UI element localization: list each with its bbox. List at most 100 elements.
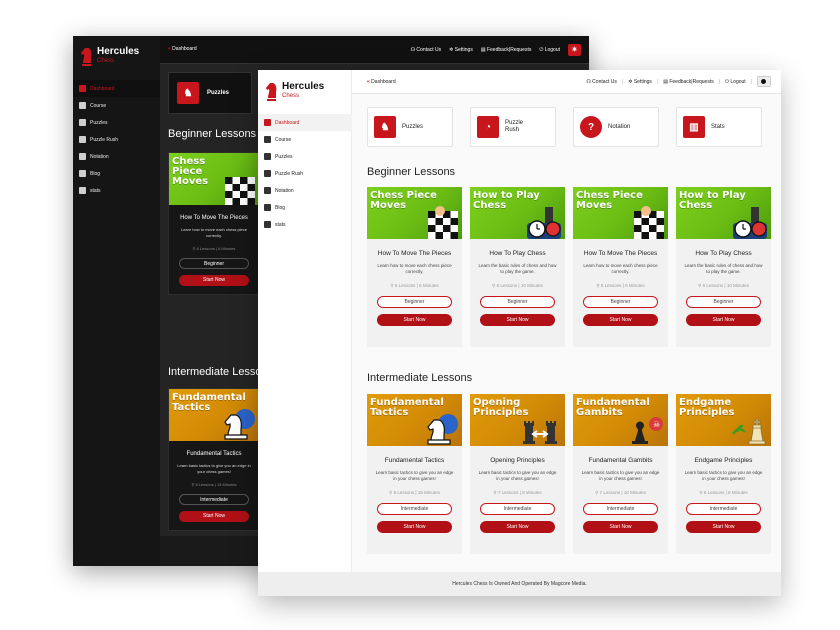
sidebar-item-notation[interactable]: Notation [258,182,352,199]
feedback-label: Feedback|Requests [669,78,714,85]
sidebar-item-blog[interactable]: Blog [73,165,160,182]
lesson-meta: ⚲ 8 Lessons | 15 Minutes [367,490,462,496]
lesson-thumbnail[interactable]: Opening Principles [470,394,565,446]
dark-breadcrumb[interactable]: « Dashboard [168,46,197,52]
start-now-button[interactable]: Start Now [179,275,249,286]
settings-label: Settings [633,78,652,85]
top-card-puzzles[interactable]: ♞ Puzzles [367,107,453,147]
start-now-button[interactable]: Start Now [583,314,658,326]
sidebar-item-puzzles[interactable]: Puzzles [258,148,352,165]
puzzle-icon [79,119,86,126]
logout-link[interactable]: ⏻ Logout [725,79,746,85]
sidebar-item-puzzle-rush[interactable]: Puzzle Rush [73,131,160,148]
lesson-desc: Learn basic tactics to give you an edge … [478,470,557,481]
sidebar-item-label: Notation [90,153,109,160]
start-now-button[interactable]: Start Now [377,521,452,533]
start-now-button[interactable]: Start Now [686,521,761,533]
stats-icon [264,221,271,228]
lesson-title: How To Move The Pieces [583,250,658,257]
lesson-thumbnail[interactable]: Fundamental Tactics [169,389,259,441]
level-button[interactable]: Intermediate [686,503,761,515]
top-card-label: Puzzle Rush [505,120,524,133]
sidebar-item-course[interactable]: Course [73,97,160,114]
contact-link[interactable]: ☊ Contact Us [586,79,617,85]
contact-label: Contact Us [416,47,442,53]
moon-toggle-icon[interactable] [757,76,771,87]
start-now-button[interactable]: Start Now [480,521,555,533]
dark-lesson-card: Chess Piece Moves How To Move The Pieces… [168,152,260,295]
lesson-meta-text: 7 Lessons | 10 Minutes [599,490,646,495]
top-card-puzzle-rush[interactable]: ◔ Puzzle Rush [470,107,556,147]
sidebar-item-puzzles[interactable]: Puzzles [73,114,160,131]
sun-toggle-icon[interactable]: ✷ [568,44,581,56]
knight-logo-icon [81,48,92,66]
start-now-button[interactable]: Start Now [480,314,555,326]
brand-name: Hercules [97,46,140,57]
lesson-thumbnail[interactable]: Chess Piece Moves [169,153,259,205]
sidebar-item-label: Puzzles [275,153,293,160]
lesson-meta: ⚲ 6 Lessons | 10 Minutes [676,283,771,289]
level-button[interactable]: Intermediate [583,503,658,515]
level-button[interactable]: Beginner [583,296,658,308]
top-card-stats[interactable]: ▥ Stats [676,107,762,147]
lesson-meta: ⚲ 7 Lessons | 10 Minutes [573,490,668,496]
sidebar-item-dashboard[interactable]: Dashboard [73,80,160,97]
lesson-meta: ⚲ 7 Lessons | 8 Minutes [470,490,565,496]
lesson-thumbnail[interactable]: How to Play Chess [676,187,771,239]
blog-icon [79,170,86,177]
lesson-desc: Learn how to move each chess piece corre… [377,263,452,274]
start-now-button[interactable]: Start Now [179,511,249,522]
divider: | [718,78,721,85]
sidebar-item-course[interactable]: Course [258,131,352,148]
dark-logout-link[interactable]: ⏻ Logout [539,47,560,53]
intermediate-heading: Intermediate Lessons [367,372,473,384]
level-button[interactable]: Intermediate [377,503,452,515]
lesson-card: Endgame Principles Endgame Principles Lear… [676,394,771,554]
top-card-label: Puzzles [402,123,424,130]
level-button[interactable]: Beginner [686,296,761,308]
lesson-meta: ⚲ 6 Lessons | 6 Minutes [676,490,771,496]
dark-sidebar: Hercules Chess Dashboard Course Puzzles Puz… [73,36,160,566]
lesson-thumbnail[interactable]: Chess Piece Moves [573,187,668,239]
dark-lesson-card: Fundamental Tactics Fundamental Tactics … [168,388,260,531]
dark-settings-link[interactable]: ✲ Settings [449,47,473,53]
level-button[interactable]: Intermediate [480,503,555,515]
sidebar-item-label: Blog [90,170,101,177]
lesson-desc: Learn the basic rules of chess and how t… [478,263,557,274]
dark-logo[interactable]: Hercules Chess [79,45,139,67]
lesson-desc: Learn basic tactics to give you an edge … [684,470,763,481]
top-card-notation[interactable]: ? Notation [573,107,659,147]
level-button[interactable]: Beginner [377,296,452,308]
light-nav: Dashboard Course Puzzles Puzzle Rush Notatio… [258,114,352,233]
puzzle-icon [264,153,271,160]
settings-link[interactable]: ✲ Settings [628,79,652,85]
lesson-meta: ⚲ 8 Lessons | 15 Minutes [169,482,259,487]
sidebar-item-blog[interactable]: Blog [258,199,352,216]
start-now-button[interactable]: Start Now [686,314,761,326]
lesson-meta: ⚲ 6 Lessons | 10 Minutes [470,283,565,289]
sidebar-item-dashboard[interactable]: Dashboard [258,114,352,131]
start-now-button[interactable]: Start Now [377,314,452,326]
top-card-label: Notation [608,123,631,130]
dark-feedback-link[interactable]: ▤ Feedback|Requests [481,47,532,53]
feedback-link[interactable]: ▤ Feedback|Requests [663,79,714,85]
sidebar-item-stats[interactable]: stats [258,216,352,233]
light-breadcrumb[interactable]: « Dashboard [367,79,396,85]
lesson-card: How to Play Chess How To Play Chess Learn … [470,187,565,347]
dark-contact-link[interactable]: ☊ Contact Us [411,47,442,53]
lesson-thumbnail[interactable]: Fundamental Tactics [367,394,462,446]
lesson-thumbnail[interactable]: Fundamental Gambits ☠ [573,394,668,446]
dark-top-links: ☊ Contact Us ✲ Settings ▤ Feedback|Reque… [411,44,581,56]
light-logo[interactable]: Hercules Chess [264,80,324,102]
dark-puzzles-card[interactable]: ♞ Puzzles [168,72,252,114]
lesson-thumbnail[interactable]: How to Play Chess [470,187,565,239]
sidebar-item-puzzle-rush[interactable]: Puzzle Rush [258,165,352,182]
sidebar-item-notation[interactable]: Notation [73,148,160,165]
sidebar-item-stats[interactable]: stats [73,182,160,199]
puzzle-icon: ♞ [177,82,199,104]
start-now-button[interactable]: Start Now [583,521,658,533]
lesson-thumbnail[interactable]: Endgame Principles [676,394,771,446]
level-button[interactable]: Beginner [480,296,555,308]
lesson-thumbnail[interactable]: Chess Piece Moves [367,187,462,239]
lesson-desc: Learn the basic rules of chess and how t… [684,263,763,274]
